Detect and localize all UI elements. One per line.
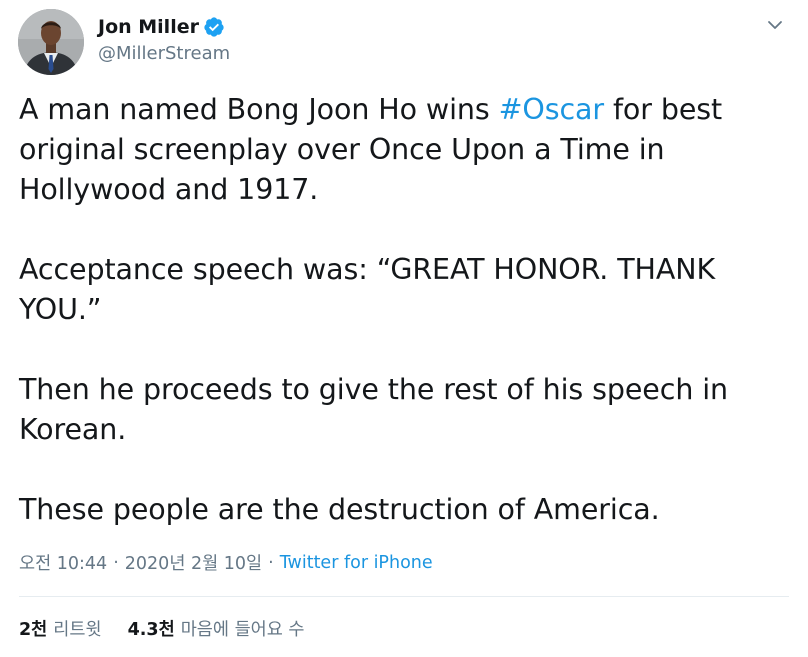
tweet-source-link[interactable]: Twitter for iPhone <box>280 553 433 573</box>
tweet-stats: 2천 리트윗 4.3천 마음에 들어요 수 <box>19 616 331 641</box>
chevron-down-icon <box>768 21 782 29</box>
tweet-time[interactable]: 오전 10:44 <box>19 550 107 575</box>
tweet-paragraph: Then he proceeds to give the rest of his… <box>19 373 729 446</box>
retweets-stat[interactable]: 2천 리트윗 <box>19 616 102 641</box>
tweet-paragraph: These people are the destruction of Amer… <box>19 493 660 526</box>
retweet-label: 리트윗 <box>53 620 102 640</box>
author-name-row[interactable]: Jon Miller <box>98 14 225 40</box>
retweet-count: 2천 <box>19 620 48 640</box>
tweet-text-segment: A man named Bong Joon Ho wins <box>19 93 499 126</box>
likes-stat[interactable]: 4.3천 마음에 들어요 수 <box>128 616 305 641</box>
avatar-portrait <box>18 9 84 75</box>
tweet-paragraph: A man named Bong Joon Ho wins #Oscar for… <box>19 90 794 210</box>
avatar[interactable] <box>18 9 84 75</box>
meta-separator: · <box>113 552 119 573</box>
tweet-paragraph: Acceptance speech was: “GREAT HONOR. THA… <box>19 253 716 326</box>
verified-badge-icon <box>203 16 225 38</box>
tweet-card: Jon Miller @MillerStream A man named Bon… <box>0 0 808 657</box>
meta-separator: · <box>268 552 274 573</box>
author-name[interactable]: Jon Miller <box>98 16 199 38</box>
tweet-date[interactable]: 2020년 2월 10일 <box>125 550 262 575</box>
divider <box>19 596 789 597</box>
hashtag-link[interactable]: #Oscar <box>499 93 605 126</box>
like-label: 마음에 들어요 수 <box>180 620 305 640</box>
like-count: 4.3천 <box>127 620 175 640</box>
author-handle[interactable]: @MillerStream <box>98 43 230 64</box>
tweet-meta: 오전 10:44 · 2020년 2월 10일 · Twitter for iP… <box>19 550 433 575</box>
tweet-text: A man named Bong Joon Ho wins #Oscar for… <box>19 90 794 530</box>
tweet-menu-button[interactable] <box>762 12 788 38</box>
